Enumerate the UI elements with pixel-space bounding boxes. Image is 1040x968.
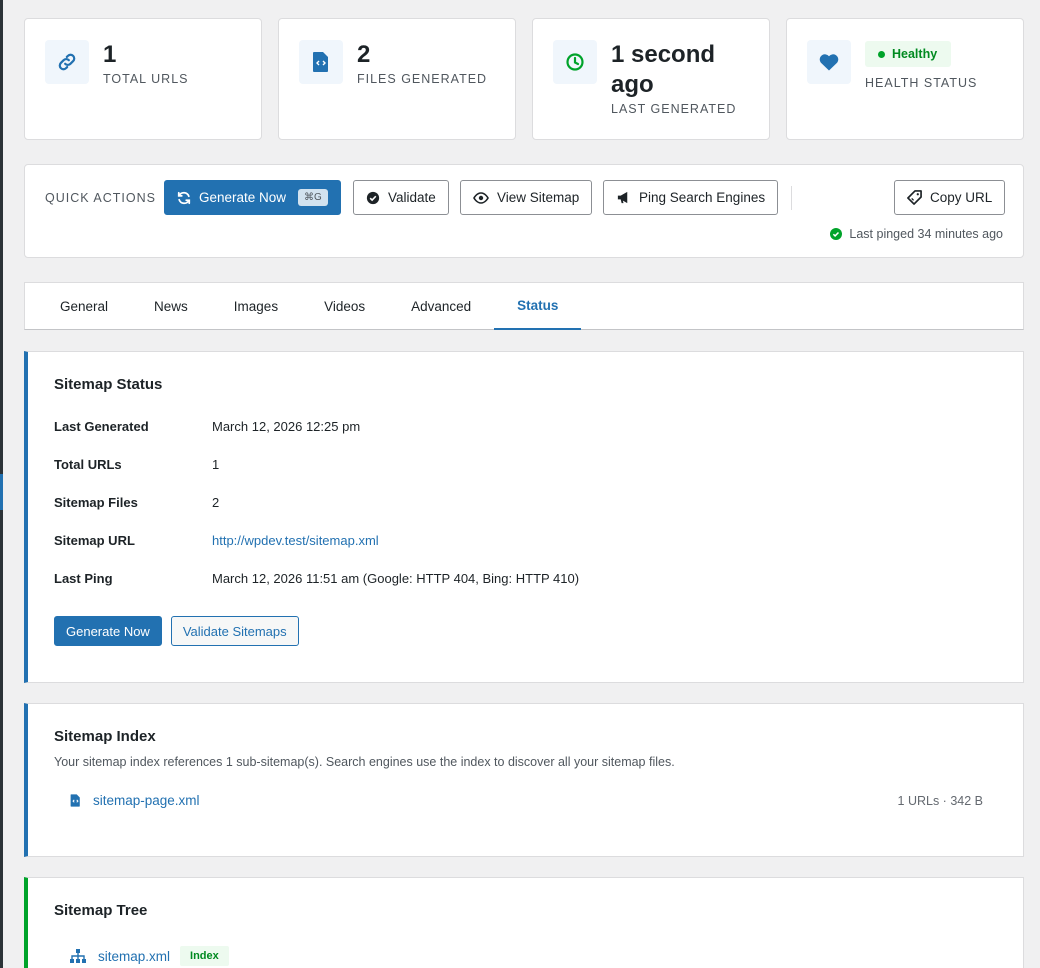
stat-value: 1	[103, 41, 117, 68]
stat-value-line1: 1 second	[611, 41, 716, 68]
tab-advanced[interactable]: Advanced	[388, 283, 494, 330]
megaphone-icon	[617, 191, 628, 204]
status-row: Total URLs 1	[54, 445, 997, 483]
sidebar-active-marker	[0, 474, 3, 510]
eye-icon	[473, 191, 489, 204]
stat-value: 2	[357, 41, 371, 68]
tag-icon	[907, 190, 922, 205]
status-value: 1	[212, 456, 220, 472]
panel-title: Sitemap Tree	[54, 902, 148, 919]
status-key: Sitemap Files	[54, 494, 138, 510]
status-row: Last Generated March 12, 2026 12:25 pm	[54, 407, 997, 445]
generate-now-label: Generate Now	[199, 190, 287, 205]
status-key: Sitemap URL	[54, 532, 135, 548]
health-status-badge: Healthy	[865, 41, 952, 67]
status-value: March 12, 2026 12:25 pm	[212, 418, 361, 434]
sitemap-status-panel: Sitemap Status Last Generated March 12, …	[24, 351, 1024, 683]
sitemap-index-panel: Sitemap Index Your sitemap index referen…	[24, 703, 1024, 857]
heart-icon	[807, 40, 851, 84]
copy-url-button[interactable]: Copy URL	[894, 180, 1006, 215]
admin-sidebar-edge	[0, 0, 3, 968]
toolbar-divider	[791, 186, 792, 210]
status-row: Sitemap Files 2	[54, 483, 997, 521]
stat-card-total-urls: 1 TOTAL URLS	[24, 18, 262, 140]
validate-sitemaps-button[interactable]: Validate Sitemaps	[170, 616, 299, 646]
tree-root-link[interactable]: sitemap.xml	[98, 949, 170, 964]
status-row: Sitemap URL http://wpdev.test/sitemap.xm…	[54, 521, 997, 559]
status-key: Last Ping	[54, 570, 113, 586]
stats-row: 1 TOTAL URLS 2 FILES GENERATED 1 second …	[24, 18, 1024, 140]
ping-label: Ping Search Engines	[639, 190, 766, 205]
stat-value-line2: ago	[611, 71, 654, 98]
stat-label: TOTAL URLS	[103, 72, 189, 86]
stat-card-files-generated: 2 FILES GENERATED	[278, 18, 516, 140]
keyboard-shortcut: ⌘G	[298, 189, 328, 206]
quick-actions-label: QUICK ACTIONS	[45, 191, 156, 205]
refresh-icon	[177, 191, 191, 204]
link-icon	[45, 40, 89, 84]
status-key: Last Generated	[54, 418, 149, 434]
stat-card-last-generated: 1 second ago LAST GENERATED	[532, 18, 770, 140]
copy-url-label: Copy URL	[930, 190, 993, 205]
sitemap-tree-icon	[70, 949, 86, 963]
generate-now-button[interactable]: Generate Now ⌘G	[164, 180, 341, 215]
check-circle-icon	[830, 228, 843, 240]
sitemap-tree-panel: Sitemap Tree sitemap.xml Index	[24, 877, 1024, 968]
validate-button[interactable]: Validate	[353, 180, 449, 215]
quick-actions-bar: QUICK ACTIONS Generate Now ⌘G Validate V…	[24, 164, 1024, 258]
sitemap-file-link[interactable]: sitemap-page.xml	[93, 793, 200, 808]
status-dot	[878, 50, 885, 58]
tab-videos[interactable]: Videos	[301, 283, 388, 330]
tab-news[interactable]: News	[131, 283, 211, 330]
settings-tabs: General News Images Videos Advanced Stat…	[24, 282, 1024, 330]
code-file-icon	[70, 794, 80, 807]
index-badge: Index	[180, 946, 229, 966]
status-value: 2	[212, 494, 220, 510]
view-sitemap-label: View Sitemap	[497, 190, 580, 205]
stat-label: FILES GENERATED	[357, 72, 488, 86]
panel-title: Sitemap Index	[54, 728, 156, 745]
last-pinged-status: Last pinged 34 minutes ago	[830, 227, 1003, 241]
view-sitemap-button[interactable]: View Sitemap	[460, 180, 593, 215]
tab-status[interactable]: Status	[494, 283, 582, 330]
generate-now-button[interactable]: Generate Now	[54, 616, 162, 646]
panel-title: Sitemap Status	[54, 376, 163, 393]
sitemap-file-row: sitemap-page.xml 1 URLs · 342 B	[54, 793, 997, 808]
status-row: Last Ping March 12, 2026 11:51 am (Googl…	[54, 559, 997, 597]
status-value: March 12, 2026 11:51 am (Google: HTTP 40…	[212, 570, 580, 586]
tab-general[interactable]: General	[37, 283, 131, 330]
sitemap-url-link[interactable]: http://wpdev.test/sitemap.xml	[212, 533, 379, 548]
status-key: Total URLs	[54, 456, 122, 472]
stat-label: LAST GENERATED	[611, 102, 737, 116]
health-status-text: Healthy	[892, 47, 938, 61]
clock-icon	[553, 40, 597, 84]
check-circle-icon	[366, 191, 380, 204]
last-pinged-text: Last pinged 34 minutes ago	[849, 227, 1003, 241]
validate-label: Validate	[388, 190, 436, 205]
code-file-icon	[299, 40, 343, 84]
sitemap-file-meta: 1 URLs · 342 B	[897, 793, 983, 808]
tab-images[interactable]: Images	[211, 283, 301, 330]
tree-root-row: sitemap.xml Index	[54, 946, 997, 966]
ping-search-engines-button[interactable]: Ping Search Engines	[603, 180, 779, 215]
stat-label: HEALTH STATUS	[865, 76, 978, 90]
panel-description: Your sitemap index references 1 sub-site…	[54, 755, 675, 769]
stat-card-health-status: Healthy HEALTH STATUS	[786, 18, 1024, 140]
